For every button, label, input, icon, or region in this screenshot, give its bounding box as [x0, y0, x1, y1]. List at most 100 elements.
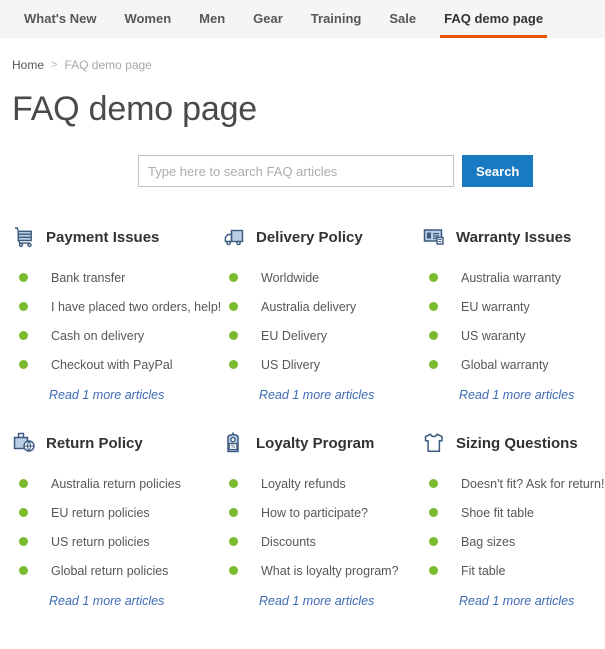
bullet-icon	[229, 479, 238, 488]
nav-item-training[interactable]: Training	[297, 0, 376, 38]
bullet-icon	[429, 302, 438, 311]
category-header[interactable]: Delivery Policy	[222, 225, 416, 249]
svg-text:%: %	[231, 444, 236, 450]
list-item[interactable]: Bag sizes	[422, 527, 604, 556]
list-item[interactable]: Bank transfer	[12, 263, 216, 292]
bullet-icon	[229, 273, 238, 282]
read-more-articles-link[interactable]: Read 1 more articles	[259, 594, 374, 608]
article-link[interactable]: EU return policies	[51, 506, 150, 520]
list-item[interactable]: Global return policies	[12, 556, 216, 585]
article-link[interactable]: Bag sizes	[461, 535, 515, 549]
article-link[interactable]: What is loyalty program?	[261, 564, 399, 578]
article-link[interactable]: EU warranty	[461, 300, 530, 314]
article-link[interactable]: US Dlivery	[261, 358, 320, 372]
faq-category-return-policy: Return Policy Australia return policies …	[12, 431, 222, 610]
article-link[interactable]: Cash on delivery	[51, 329, 144, 343]
article-link[interactable]: Doesn't fit? Ask for return!	[461, 477, 604, 491]
bullet-icon	[429, 537, 438, 546]
nav-item-whats-new[interactable]: What's New	[10, 0, 110, 38]
shopping-cart-icon	[15, 227, 32, 248]
read-more-articles-link[interactable]: Read 1 more articles	[259, 388, 374, 402]
bullet-icon	[429, 360, 438, 369]
bullet-icon	[19, 331, 28, 340]
read-more-articles-link[interactable]: Read 1 more articles	[49, 594, 164, 608]
article-list: Bank transfer I have placed two orders, …	[12, 263, 221, 379]
article-link[interactable]: Australia return policies	[51, 477, 181, 491]
article-link[interactable]: Fit table	[461, 564, 505, 578]
bullet-icon	[19, 273, 28, 282]
bullet-icon	[429, 479, 438, 488]
list-item[interactable]: Cash on delivery	[12, 321, 216, 350]
warranty-card-icon	[423, 229, 444, 245]
list-item[interactable]: EU return policies	[12, 498, 216, 527]
article-link[interactable]: Shoe fit table	[461, 506, 534, 520]
breadcrumb-separator-icon: >	[51, 59, 58, 71]
list-item[interactable]: Fit table	[422, 556, 604, 585]
list-item[interactable]: I have placed two orders, help!	[12, 292, 221, 321]
breadcrumb-home-link[interactable]: Home	[12, 58, 44, 72]
article-link[interactable]: US return policies	[51, 535, 150, 549]
article-link[interactable]: EU Delivery	[261, 329, 327, 343]
category-header[interactable]: Payment Issues	[12, 225, 216, 249]
category-header[interactable]: % Loyalty Program	[222, 431, 416, 455]
list-item[interactable]: What is loyalty program?	[222, 556, 416, 585]
list-item[interactable]: Australia warranty	[422, 263, 604, 292]
list-item[interactable]: Checkout with PayPal	[12, 350, 216, 379]
nav-item-faq-demo-page[interactable]: FAQ demo page	[430, 0, 557, 38]
bullet-icon	[429, 508, 438, 517]
bullet-icon	[229, 360, 238, 369]
list-item[interactable]: Worldwide	[222, 263, 416, 292]
list-item[interactable]: Shoe fit table	[422, 498, 604, 527]
list-item[interactable]: US Dlivery	[222, 350, 416, 379]
search-input[interactable]	[138, 155, 454, 187]
faq-category-payment-issues: Payment Issues Bank transfer I have plac…	[12, 225, 222, 404]
bullet-icon	[229, 508, 238, 517]
breadcrumb-current-page: FAQ demo page	[64, 58, 152, 72]
bullet-icon	[19, 360, 28, 369]
category-title: Return Policy	[46, 434, 143, 452]
faq-category-warranty-issues: Warranty Issues Australia warranty EU wa…	[422, 225, 605, 404]
bullet-icon	[229, 537, 238, 546]
list-item[interactable]: Discounts	[222, 527, 416, 556]
article-link[interactable]: Global return policies	[51, 564, 168, 578]
category-title: Loyalty Program	[256, 434, 375, 452]
article-link[interactable]: Global warranty	[461, 358, 549, 372]
nav-item-men[interactable]: Men	[185, 0, 239, 38]
article-link[interactable]: US waranty	[461, 329, 526, 343]
list-item[interactable]: Doesn't fit? Ask for return!	[422, 469, 604, 498]
read-more-articles-link[interactable]: Read 1 more articles	[459, 594, 574, 608]
list-item[interactable]: Loyalty refunds	[222, 469, 416, 498]
page-title: FAQ demo page	[12, 90, 257, 128]
nav-item-gear[interactable]: Gear	[239, 0, 297, 38]
read-more-articles-link[interactable]: Read 1 more articles	[459, 388, 574, 402]
article-link[interactable]: Worldwide	[261, 271, 319, 285]
article-link[interactable]: Checkout with PayPal	[51, 358, 173, 372]
list-item[interactable]: US return policies	[12, 527, 216, 556]
article-link[interactable]: Loyalty refunds	[261, 477, 346, 491]
list-item[interactable]: EU warranty	[422, 292, 604, 321]
breadcrumb: Home > FAQ demo page	[0, 38, 605, 72]
article-link[interactable]: Discounts	[261, 535, 316, 549]
list-item[interactable]: Australia return policies	[12, 469, 216, 498]
article-link[interactable]: Australia delivery	[261, 300, 356, 314]
article-link[interactable]: Australia warranty	[461, 271, 561, 285]
bullet-icon	[429, 273, 438, 282]
nav-item-sale[interactable]: Sale	[375, 0, 430, 38]
category-header[interactable]: Warranty Issues	[422, 225, 604, 249]
bullet-icon	[429, 331, 438, 340]
article-link[interactable]: How to participate?	[261, 506, 368, 520]
category-header[interactable]: Sizing Questions	[422, 431, 604, 455]
list-item[interactable]: EU Delivery	[222, 321, 416, 350]
bullet-icon	[19, 479, 28, 488]
read-more-articles-link[interactable]: Read 1 more articles	[49, 388, 164, 402]
nav-item-women[interactable]: Women	[110, 0, 185, 38]
article-link[interactable]: I have placed two orders, help!	[51, 300, 221, 314]
search-button[interactable]: Search	[462, 155, 534, 187]
list-item[interactable]: How to participate?	[222, 498, 416, 527]
list-item[interactable]: Australia delivery	[222, 292, 416, 321]
discount-tag-icon: %	[227, 432, 239, 453]
article-link[interactable]: Bank transfer	[51, 271, 125, 285]
category-header[interactable]: Return Policy	[12, 431, 216, 455]
list-item[interactable]: US waranty	[422, 321, 604, 350]
list-item[interactable]: Global warranty	[422, 350, 604, 379]
